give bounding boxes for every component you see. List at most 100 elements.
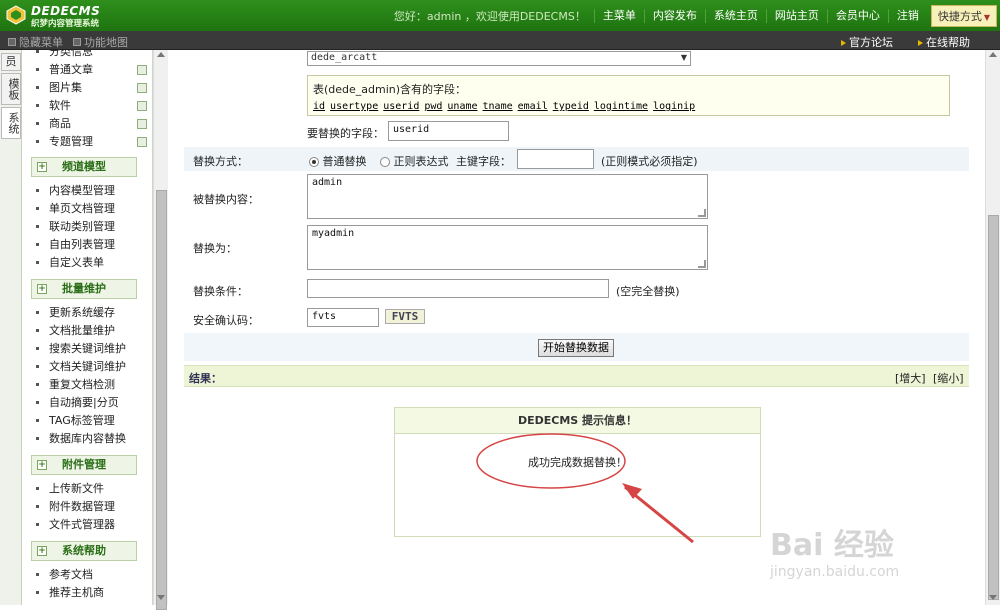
menu-item-article[interactable]: 普通文章: [31, 61, 149, 79]
nav-website-home[interactable]: 网站主页: [765, 8, 827, 23]
menu-item-upload-file[interactable]: 上传新文件: [31, 480, 149, 498]
replace-textarea[interactable]: myadmin: [307, 225, 708, 270]
menu-item-file-manager[interactable]: 文件式管理器: [31, 516, 149, 534]
sidebar-scroll-thumb[interactable]: [156, 190, 167, 610]
menu-item-free-list[interactable]: 自由列表管理: [31, 236, 149, 254]
field-link-userid[interactable]: userid: [383, 101, 419, 112]
captcha-input[interactable]: fvts: [307, 308, 379, 327]
section-header-system-help[interactable]: + 系统帮助: [31, 541, 137, 561]
condition-input[interactable]: [307, 279, 609, 298]
nav-content-publish[interactable]: 内容发布: [643, 8, 705, 23]
tab-system[interactable]: 系统: [1, 107, 21, 139]
add-icon[interactable]: [137, 83, 147, 93]
scroll-down-icon[interactable]: [989, 595, 997, 600]
menu-item-single-page[interactable]: 单页文档管理: [31, 200, 149, 218]
field-links: id usertype userid pwd uname tname email typeid…: [313, 99, 700, 112]
menu-item-content-model[interactable]: 内容模型管理: [31, 182, 149, 200]
menu-item-products[interactable]: 商品: [31, 115, 149, 133]
menu-item-db-replace[interactable]: 数据库内容替换: [31, 430, 149, 448]
menu-item-label: 图片集: [49, 81, 82, 94]
nav-member-center[interactable]: 会员中心: [826, 8, 888, 23]
main-scroll-thumb[interactable]: [988, 215, 999, 600]
menu-item-batch-docs[interactable]: 文档批量维护: [31, 322, 149, 340]
menu-item-custom-form[interactable]: 自定义表单: [31, 254, 149, 272]
field-input[interactable]: userid: [388, 121, 509, 141]
menu-item-gallery[interactable]: 图片集: [31, 79, 149, 97]
scroll-up-icon[interactable]: [157, 52, 165, 57]
shrink-button[interactable]: [缩小]: [933, 370, 964, 386]
bullet-icon: [36, 401, 39, 404]
hide-menu-button[interactable]: 隐藏菜单: [8, 34, 63, 50]
add-icon[interactable]: [137, 65, 147, 75]
menu-item-linkage-category[interactable]: 联动类别管理: [31, 218, 149, 236]
menu-item-software[interactable]: 软件: [31, 97, 149, 115]
scroll-down-icon[interactable]: [157, 595, 165, 600]
official-forum-link[interactable]: 官方论坛: [841, 34, 893, 50]
watermark-brand: Bai 经验: [770, 528, 894, 563]
table-select-value: dede_arcatt: [311, 52, 378, 63]
menu-item-reference-docs[interactable]: 参考文档: [31, 566, 149, 584]
section-header-attachments[interactable]: + 附件管理: [31, 455, 137, 475]
section-header-channel-model[interactable]: + 频道模型: [31, 157, 137, 177]
online-help-link[interactable]: 在线帮助: [918, 34, 970, 50]
menu-item-classified[interactable]: 分类信息: [31, 50, 149, 61]
method-regex-option[interactable]: 正则表达式: [380, 153, 449, 169]
resize-grip-icon[interactable]: [698, 260, 706, 268]
bullet-icon: [36, 383, 39, 386]
find-textarea[interactable]: admin: [307, 174, 708, 219]
field-link-pwd[interactable]: pwd: [424, 101, 442, 112]
nav-logout[interactable]: 注销: [887, 8, 927, 23]
method-normal-option[interactable]: 普通替换: [309, 153, 367, 169]
result-bar: [184, 365, 969, 387]
captcha-image[interactable]: FVTS: [385, 309, 425, 324]
add-icon[interactable]: [137, 119, 147, 129]
quick-access-button[interactable]: 快捷方式 ▼: [930, 4, 997, 27]
menu-item-attachment-data[interactable]: 附件数据管理: [31, 498, 149, 516]
table-select[interactable]: dede_arcatt ▼: [307, 51, 691, 66]
scroll-up-icon[interactable]: [989, 52, 997, 57]
bullet-icon: [36, 365, 39, 368]
menu-item-duplicate-check[interactable]: 重复文档检测: [31, 376, 149, 394]
field-link-loginip[interactable]: loginip: [653, 101, 695, 112]
enlarge-button[interactable]: [增大]: [895, 370, 926, 386]
main-scrollbar[interactable]: [985, 50, 1000, 605]
nav-system-home[interactable]: 系统主页: [704, 8, 766, 23]
start-replace-button[interactable]: 开始替换数据: [538, 339, 614, 357]
add-icon[interactable]: [137, 137, 147, 147]
arrow-right-icon: [918, 40, 923, 46]
field-link-tname[interactable]: tname: [483, 101, 513, 112]
field-link-logintime[interactable]: logintime: [594, 101, 648, 112]
nav-main-menu[interactable]: 主菜单: [593, 8, 644, 23]
field-link-typeid[interactable]: typeid: [553, 101, 589, 112]
resize-grip-icon[interactable]: [698, 209, 706, 217]
sidebar-scrollbar[interactable]: [153, 50, 168, 610]
pk-label: 主键字段：: [456, 155, 511, 168]
section-header-batch-maintenance[interactable]: + 批量维护: [31, 279, 137, 299]
bullet-icon: [36, 225, 39, 228]
expand-icon: +: [37, 460, 47, 470]
menu-item-topics[interactable]: 专题管理: [31, 133, 149, 151]
add-icon[interactable]: [137, 101, 147, 111]
field-link-id[interactable]: id: [313, 101, 325, 112]
pk-input[interactable]: [517, 149, 594, 169]
radio-unchecked-icon[interactable]: [380, 157, 390, 167]
menu-item-tag-manage[interactable]: TAG标签管理: [31, 412, 149, 430]
menu-item-doc-keywords[interactable]: 文档关键词维护: [31, 358, 149, 376]
field-link-usertype[interactable]: usertype: [330, 101, 378, 112]
menu-item-auto-summary[interactable]: 自动摘要|分页: [31, 394, 149, 412]
dedecms-logo[interactable]: DEDECMS 织梦内容管理系统: [6, 3, 131, 29]
menu-item-hosting[interactable]: 推荐主机商: [31, 584, 149, 602]
menu-item-search-keywords[interactable]: 搜索关键词维护: [31, 340, 149, 358]
field-link-uname[interactable]: uname: [447, 101, 477, 112]
field-link-email[interactable]: email: [518, 101, 548, 112]
menu-item-label: 上传新文件: [49, 482, 104, 495]
radio-checked-icon[interactable]: [309, 157, 319, 167]
fields-intro: 表(dede_admin)含有的字段：: [313, 83, 467, 96]
tab-template[interactable]: 模板: [1, 73, 21, 105]
bullet-icon: [36, 104, 39, 107]
regex-note: (正则模式必须指定): [601, 155, 698, 168]
menu-item-update-cache[interactable]: 更新系统缓存: [31, 304, 149, 322]
site-map-button[interactable]: 功能地图: [73, 34, 128, 50]
logo-mark-icon: [6, 5, 26, 25]
tab-member[interactable]: 员: [1, 53, 21, 71]
